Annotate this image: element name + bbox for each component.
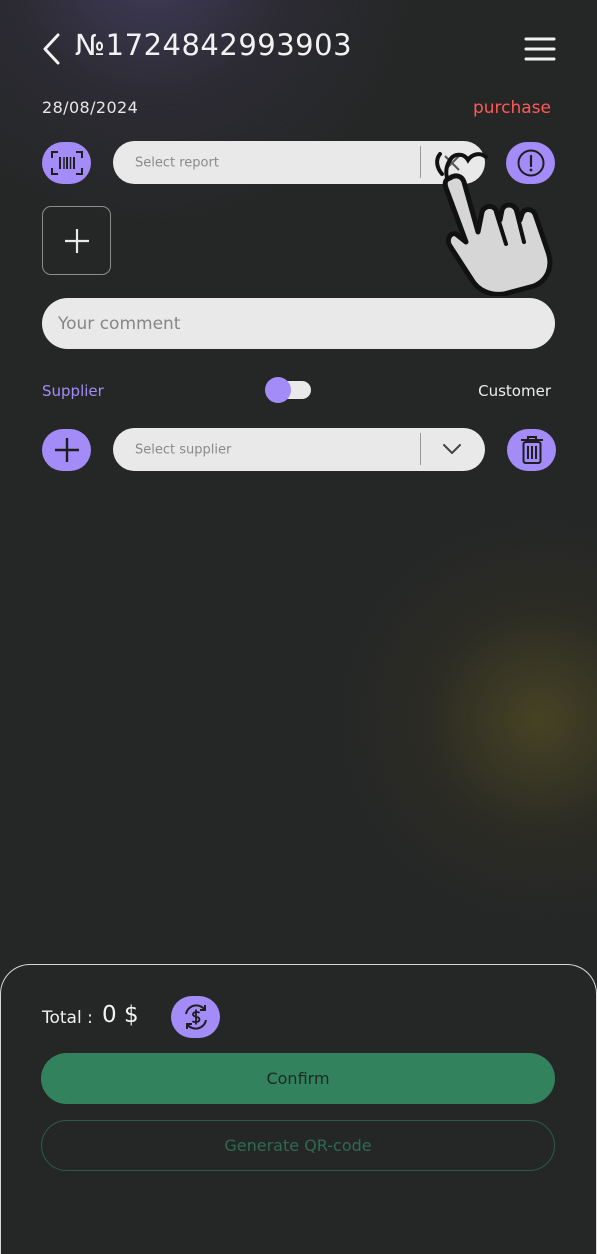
back-button[interactable] bbox=[40, 32, 64, 66]
currency-switch-button[interactable] bbox=[171, 996, 220, 1038]
supplier-select[interactable]: Select supplier bbox=[113, 428, 485, 471]
supplier-customer-toggle[interactable] bbox=[265, 377, 313, 403]
divider bbox=[420, 433, 421, 465]
confirm-button[interactable]: Confirm bbox=[41, 1053, 555, 1104]
barcode-scan-icon bbox=[50, 151, 83, 175]
chevron-down-icon[interactable] bbox=[442, 443, 462, 455]
toggle-knob bbox=[265, 377, 291, 403]
plus-icon bbox=[54, 438, 79, 462]
total-label: Total : bbox=[42, 1008, 93, 1028]
add-item-button[interactable] bbox=[42, 206, 111, 275]
add-supplier-button[interactable] bbox=[42, 429, 91, 471]
comment-input[interactable]: Your comment bbox=[42, 298, 555, 349]
document-date: 28/08/2024 bbox=[42, 98, 139, 117]
total-value: 0 $ bbox=[102, 1002, 139, 1028]
document-type: purchase bbox=[472, 98, 551, 118]
page-title: №1724842993903 bbox=[75, 28, 353, 62]
generate-qr-button[interactable]: Generate QR-code bbox=[41, 1120, 555, 1171]
menu-button[interactable] bbox=[524, 36, 556, 62]
trash-icon bbox=[520, 436, 543, 464]
currency-exchange-icon bbox=[184, 1004, 207, 1030]
hand-pointer-icon bbox=[435, 152, 553, 296]
supplier-label: Supplier bbox=[42, 382, 104, 400]
scan-barcode-button[interactable] bbox=[42, 142, 91, 184]
delete-supplier-button[interactable] bbox=[507, 429, 556, 471]
plus-icon bbox=[64, 228, 89, 253]
customer-label: Customer bbox=[478, 382, 551, 400]
hamburger-menu-icon bbox=[524, 37, 556, 61]
comment-placeholder: Your comment bbox=[58, 313, 181, 334]
chevron-left-icon bbox=[43, 33, 60, 65]
report-select-placeholder: Select report bbox=[135, 155, 219, 170]
supplier-select-placeholder: Select supplier bbox=[135, 442, 232, 457]
